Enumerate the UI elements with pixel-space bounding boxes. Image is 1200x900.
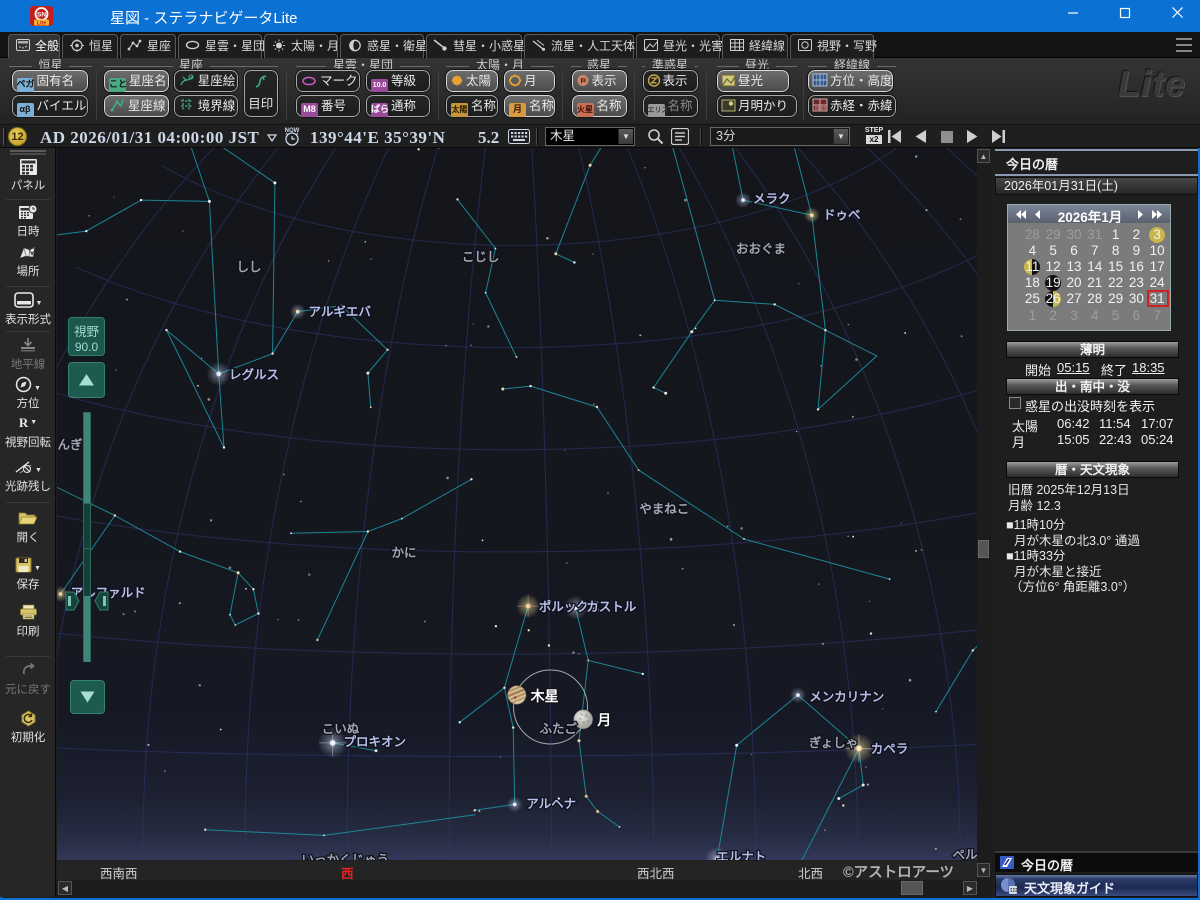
svg-text:ぎょしゃ: ぎょしゃ — [809, 735, 858, 750]
svg-text:おおぐま: おおぐま — [736, 242, 786, 256]
svg-text:エルナト: エルナト — [716, 850, 766, 860]
svg-text:ドゥベ: ドゥベ — [823, 208, 861, 222]
svg-text:レグルス: レグルス — [229, 367, 279, 382]
svg-text:アルヘナ: アルヘナ — [526, 797, 576, 811]
svg-text:んぎ: んぎ — [58, 437, 84, 452]
svg-text:月: 月 — [596, 712, 611, 728]
svg-text:カペラ: カペラ — [871, 742, 909, 756]
svg-text:ふたご: ふたご — [540, 721, 578, 736]
svg-text:こいぬ: こいぬ — [322, 722, 360, 736]
svg-text:ペル: ペル — [953, 848, 978, 860]
svg-text:プロキオン: プロキオン — [344, 734, 407, 749]
svg-text:メラク: メラク — [753, 192, 791, 206]
svg-text:いっかくじゅう: いっかくじゅう — [302, 853, 390, 860]
svg-text:しし: しし — [237, 260, 262, 274]
svg-text:木星: 木星 — [530, 688, 559, 704]
svg-text:SN: SN — [37, 12, 46, 19]
svg-text:アルギエバ: アルギエバ — [309, 304, 372, 319]
svg-text:カストル: カストル — [586, 600, 637, 614]
svg-text:Lite: Lite — [37, 21, 47, 26]
svg-text:こじし: こじし — [462, 250, 500, 264]
svg-text:8888: 8888 — [815, 106, 826, 112]
svg-text:かに: かに — [392, 546, 417, 560]
svg-text:やまねこ: やまねこ — [639, 502, 689, 516]
svg-text:メンカリナン: メンカリナン — [809, 690, 884, 704]
